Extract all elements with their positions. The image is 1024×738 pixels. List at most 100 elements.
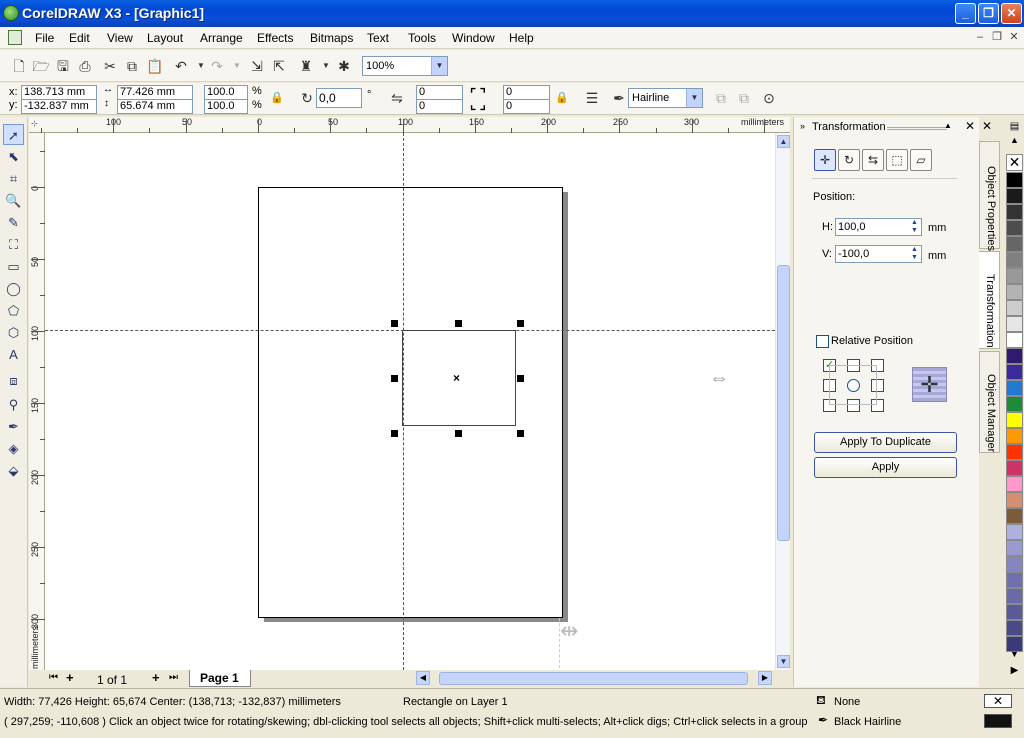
selection-handle[interactable] bbox=[391, 320, 398, 327]
color-swatch[interactable] bbox=[1006, 300, 1023, 316]
apply-to-duplicate-button[interactable]: Apply To Duplicate bbox=[814, 432, 957, 453]
selection-handle[interactable] bbox=[391, 430, 398, 437]
import-icon[interactable]: ⇲ bbox=[248, 57, 266, 75]
color-swatch[interactable] bbox=[1006, 188, 1023, 204]
corner-roundness-bottom-right[interactable]: 0 bbox=[503, 99, 550, 114]
round-corners-together-icon[interactable]: 🔒 bbox=[553, 89, 571, 107]
corner-roundness-top-left[interactable]: 0 bbox=[416, 85, 463, 100]
chevron-down-icon[interactable]: ▼ bbox=[686, 89, 702, 107]
color-swatch[interactable] bbox=[1006, 524, 1023, 540]
outline-swatch-black[interactable] bbox=[984, 714, 1012, 728]
pick-tool-icon[interactable]: ➚ bbox=[3, 124, 24, 145]
palette-expand-icon[interactable]: ▶ bbox=[1006, 665, 1023, 679]
print-icon[interactable]: ⎙ bbox=[76, 57, 94, 75]
vertical-ruler[interactable]: 0 50 100 150 200 250 300 millimeters bbox=[29, 133, 45, 671]
close-button[interactable]: ✕ bbox=[1001, 3, 1022, 24]
color-swatch[interactable] bbox=[1006, 556, 1023, 572]
v-spinner-icon[interactable]: ▲ ▼ bbox=[908, 246, 921, 262]
scroll-down-icon[interactable]: ▼ bbox=[777, 655, 790, 668]
polygon-tool-icon[interactable]: ⬠ bbox=[3, 300, 24, 321]
to-back-icon[interactable]: ⧉ bbox=[735, 89, 753, 107]
x-position-field[interactable]: 138.713 mm bbox=[21, 85, 97, 100]
color-swatch[interactable] bbox=[1006, 492, 1023, 508]
selection-handle[interactable] bbox=[455, 430, 462, 437]
fill-swatch-none[interactable]: ✕ bbox=[984, 694, 1012, 708]
application-launcher-icon[interactable]: ♜ bbox=[297, 57, 315, 75]
tab-object-manager[interactable]: Object Manager bbox=[979, 351, 1000, 453]
fill-tool-icon[interactable]: ◈ bbox=[3, 438, 24, 459]
drawing-canvas[interactable]: × ⇔ ⇹ bbox=[45, 133, 775, 670]
horizontal-ruler[interactable]: ⊹ 100 50 0 50 100 150 200 250 300 millim… bbox=[29, 117, 790, 133]
vertical-scroll-thumb[interactable] bbox=[777, 265, 790, 541]
ellipse-tool-icon[interactable]: ◯ bbox=[3, 278, 24, 299]
outline-width-select[interactable]: Hairline ▼ bbox=[628, 88, 703, 108]
color-swatch[interactable] bbox=[1006, 316, 1023, 332]
color-swatch[interactable] bbox=[1006, 284, 1023, 300]
horizontal-scroll-thumb[interactable] bbox=[439, 672, 748, 685]
redo-icon[interactable]: ↷ bbox=[208, 57, 226, 75]
color-swatch[interactable] bbox=[1006, 620, 1023, 636]
undo-icon[interactable]: ↶ bbox=[172, 57, 190, 75]
basic-shapes-tool-icon[interactable]: ⬡ bbox=[3, 322, 24, 343]
paste-icon[interactable]: 📋 bbox=[146, 57, 164, 75]
color-swatch[interactable] bbox=[1006, 412, 1023, 428]
color-swatch[interactable] bbox=[1006, 204, 1023, 220]
menu-effects[interactable]: Effects bbox=[257, 31, 293, 45]
outline-tool-icon[interactable]: ✒ bbox=[3, 416, 24, 437]
selection-handle[interactable] bbox=[391, 375, 398, 382]
menu-window[interactable]: Window bbox=[452, 31, 495, 45]
docker-close-icon[interactable]: ✕ bbox=[965, 119, 975, 133]
copy-icon[interactable]: ⧉ bbox=[123, 57, 141, 75]
corner-roundness-top-right[interactable]: 0 bbox=[503, 85, 550, 100]
color-swatch[interactable] bbox=[1006, 508, 1023, 524]
menu-text[interactable]: Text bbox=[367, 31, 389, 45]
docker-collapse-icon[interactable]: » bbox=[800, 121, 805, 131]
color-swatch[interactable] bbox=[1006, 220, 1023, 236]
color-swatch[interactable] bbox=[1006, 364, 1023, 380]
cut-icon[interactable]: ✂ bbox=[101, 57, 119, 75]
color-swatch[interactable] bbox=[1006, 476, 1023, 492]
color-swatch[interactable] bbox=[1006, 540, 1023, 556]
menu-tools[interactable]: Tools bbox=[408, 31, 436, 45]
menu-file[interactable]: File bbox=[35, 31, 54, 45]
crop-tool-icon[interactable]: ⌗ bbox=[3, 168, 24, 189]
size-mode-button[interactable]: ⬚ bbox=[886, 149, 908, 171]
h-spinner-icon[interactable]: ▲ ▼ bbox=[908, 219, 921, 235]
page-tab[interactable]: Page 1 bbox=[189, 670, 251, 687]
scale-mirror-mode-button[interactable]: ⇆ bbox=[862, 149, 884, 171]
color-swatch[interactable] bbox=[1006, 172, 1023, 188]
palette-menu-icon[interactable]: ▤ bbox=[1006, 121, 1023, 135]
text-tool-icon[interactable]: A bbox=[3, 344, 24, 365]
menu-help[interactable]: Help bbox=[509, 31, 534, 45]
object-width-field[interactable]: 77.426 mm bbox=[117, 85, 193, 100]
mirror-icon[interactable]: ⇋ bbox=[388, 89, 406, 107]
menu-layout[interactable]: Layout bbox=[147, 31, 183, 45]
relative-position-checkbox[interactable] bbox=[816, 335, 829, 348]
add-page-after-icon[interactable]: + bbox=[152, 670, 160, 685]
corner-roundness-bottom-left[interactable]: 0 bbox=[416, 99, 463, 114]
color-swatch[interactable] bbox=[1006, 348, 1023, 364]
no-fill-swatch[interactable]: ✕ bbox=[1006, 154, 1023, 171]
center-marker-icon[interactable]: × bbox=[453, 371, 460, 385]
color-swatch[interactable] bbox=[1006, 332, 1023, 348]
wrap-paragraph-text-icon[interactable]: ☰ bbox=[583, 89, 601, 107]
menu-edit[interactable]: Edit bbox=[69, 31, 90, 45]
color-swatch[interactable] bbox=[1006, 396, 1023, 412]
convert-to-curves-icon[interactable]: ⊙ bbox=[760, 89, 778, 107]
document-icon[interactable] bbox=[8, 30, 22, 45]
menu-bitmaps[interactable]: Bitmaps bbox=[310, 31, 353, 45]
selection-handle[interactable] bbox=[517, 320, 524, 327]
coreldraw-app-icon[interactable] bbox=[3, 5, 19, 21]
add-page-before-icon[interactable]: + bbox=[66, 670, 74, 685]
docker-arrow-icon[interactable]: ▲ bbox=[944, 121, 952, 130]
first-page-icon[interactable]: ⏮ bbox=[49, 672, 58, 683]
scroll-up-icon[interactable]: ▲ bbox=[777, 135, 790, 148]
color-swatch[interactable] bbox=[1006, 444, 1023, 460]
color-swatch[interactable] bbox=[1006, 428, 1023, 444]
corel-online-icon[interactable]: ✱ bbox=[335, 57, 353, 75]
zoom-tool-icon[interactable]: 🔍 bbox=[3, 190, 24, 211]
color-swatch[interactable] bbox=[1006, 252, 1023, 268]
color-swatch[interactable] bbox=[1006, 588, 1023, 604]
palette-scroll-down-icon[interactable]: ▼ bbox=[1006, 649, 1023, 663]
chevron-down-icon[interactable]: ▼ bbox=[431, 57, 447, 75]
